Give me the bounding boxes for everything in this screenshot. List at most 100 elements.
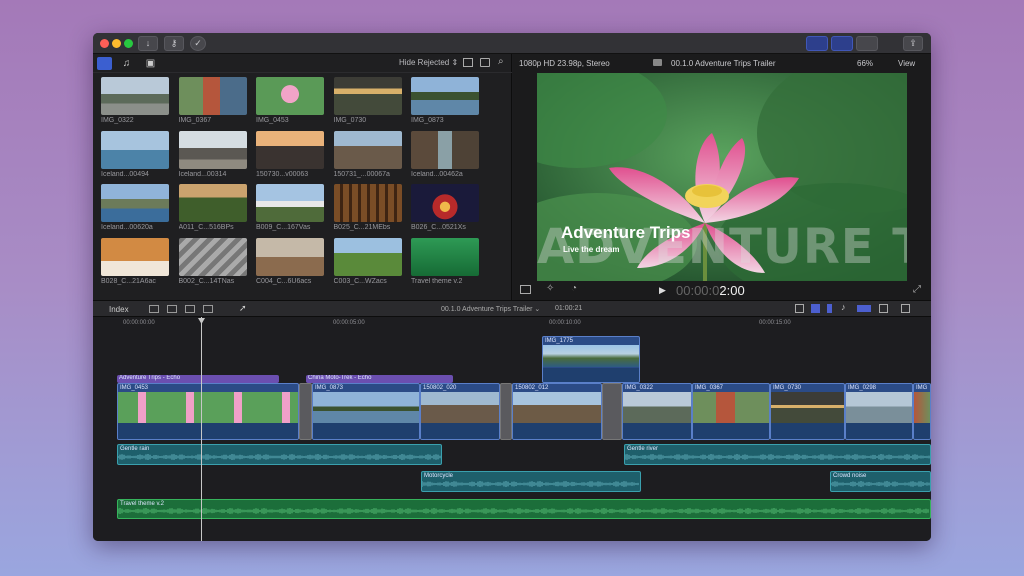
title-clip[interactable]: Adventure Trips - Echo bbox=[117, 375, 279, 383]
audio-clip-gentle-river[interactable]: Gentle river bbox=[624, 444, 931, 465]
browser-clip[interactable]: IMG_0322 bbox=[101, 77, 169, 124]
audio-clip-crowd-noise[interactable]: Crowd noise bbox=[830, 471, 931, 492]
ruler-tick: 00:00:15:00 bbox=[759, 320, 791, 326]
clip-thumbnail bbox=[333, 77, 402, 115]
clip-name: Iceland...00494 bbox=[101, 170, 149, 178]
timeline-ruler[interactable]: 00:00:00:00 00:00:05:00 00:00:10:00 00:0… bbox=[93, 317, 931, 329]
video-clip[interactable]: IMG_0873 bbox=[312, 383, 420, 440]
browser-clip[interactable]: Iceland...00462a bbox=[411, 130, 479, 178]
timeline-toggle-button[interactable] bbox=[831, 36, 853, 51]
timeline-duration: 01:00:21 bbox=[555, 305, 583, 312]
background-tasks-button[interactable]: ✓ bbox=[190, 36, 206, 51]
clapper-icon bbox=[653, 59, 662, 66]
audio-skimming-icon[interactable] bbox=[811, 304, 820, 313]
browser-clip[interactable]: B026_C...0521Xs bbox=[411, 184, 479, 231]
connect-clip-icon[interactable] bbox=[185, 305, 195, 313]
audio-waveform bbox=[831, 481, 930, 487]
play-icon[interactable]: ▶ bbox=[659, 285, 666, 296]
clip-filmstrip bbox=[543, 345, 639, 367]
clip-appearance-toggle[interactable] bbox=[857, 305, 871, 312]
skimming-icon[interactable] bbox=[795, 304, 804, 313]
libraries-icon[interactable] bbox=[97, 57, 112, 70]
title-clip[interactable]: China Moto-Trek - Echo bbox=[306, 375, 453, 383]
browser-clip[interactable]: B002_C...14TNas bbox=[178, 237, 247, 285]
video-clip[interactable]: IMG bbox=[913, 383, 931, 440]
append-clip-icon[interactable] bbox=[149, 305, 159, 313]
clip-thumbnail bbox=[256, 184, 324, 222]
headphones-icon[interactable]: ♪ bbox=[841, 302, 846, 312]
overlay-title: Adventure Trips bbox=[561, 223, 691, 242]
photos-audio-icon[interactable]: ♫ bbox=[119, 57, 134, 70]
video-clip[interactable]: IMG_0453 bbox=[117, 383, 299, 440]
browser-clip[interactable]: IMG_0873 bbox=[411, 77, 479, 124]
transition[interactable] bbox=[500, 383, 512, 440]
browser-clip[interactable]: 150730...v00063 bbox=[256, 130, 324, 178]
browser-clip[interactable]: IMG_0453 bbox=[256, 77, 324, 124]
music-clip[interactable]: Travel theme v.2 bbox=[117, 499, 931, 519]
playhead[interactable] bbox=[198, 317, 205, 541]
overwrite-clip-icon[interactable] bbox=[203, 305, 213, 313]
clip-name: B026_C...0521Xs bbox=[411, 224, 466, 231]
timeline-project-menu[interactable]: 00.1.0 Adventure Trips Trailer ⌄ bbox=[441, 305, 540, 313]
video-clip[interactable]: IMG_0322 bbox=[622, 383, 692, 440]
clip-audio-waveform bbox=[846, 423, 912, 439]
import-button[interactable]: ↓ bbox=[138, 36, 158, 51]
effects-browser-icon[interactable] bbox=[879, 304, 888, 313]
browser-clip[interactable]: A011_C...516BPs bbox=[178, 184, 247, 231]
browser-clip[interactable]: IMG_0367 bbox=[178, 77, 247, 124]
titles-generators-icon[interactable]: ▣ bbox=[143, 57, 158, 70]
browser-clip[interactable]: IMG_0730 bbox=[333, 77, 402, 124]
minimize-window-button[interactable] bbox=[112, 39, 121, 48]
clip-appearance-icon[interactable] bbox=[463, 58, 473, 67]
filmstrip-icon[interactable] bbox=[480, 58, 490, 67]
browser-header: ♫ ▣ Hide Rejected ⇕ ⌕ bbox=[93, 54, 512, 73]
view-menu[interactable]: View bbox=[898, 59, 915, 68]
connected-clip[interactable]: IMG_1775 bbox=[542, 336, 640, 383]
format-label: 1080p HD 23.98p, Stereo bbox=[519, 59, 610, 68]
solo-icon[interactable] bbox=[827, 304, 832, 313]
timeline[interactable]: 00:00:00:00 00:00:05:00 00:00:10:00 00:0… bbox=[93, 317, 931, 541]
browser-clip[interactable]: Iceland...00494 bbox=[101, 130, 169, 178]
close-window-button[interactable] bbox=[100, 39, 109, 48]
video-clip[interactable]: 150802_020 bbox=[420, 383, 500, 440]
video-clip[interactable]: IMG_0367 bbox=[692, 383, 770, 440]
effects-wand-icon[interactable]: ✧ bbox=[546, 283, 554, 294]
video-clip[interactable]: 150802_012 bbox=[512, 383, 602, 440]
browser-clip[interactable]: C004_C...6U6acs bbox=[256, 237, 324, 285]
audio-clip-motorcycle[interactable]: Motorcycle bbox=[421, 471, 641, 492]
fullscreen-icon[interactable]: ⤢ bbox=[913, 284, 921, 295]
select-tool-icon[interactable]: ➚ bbox=[239, 303, 247, 314]
clip-thumbnail bbox=[333, 130, 402, 169]
browser-clip[interactable]: B028_C...21A6ac bbox=[101, 237, 169, 285]
keywords-button[interactable]: ⚷ bbox=[164, 36, 184, 51]
index-button[interactable]: Index bbox=[109, 305, 129, 314]
video-preview[interactable]: ADVENTURE TRIPS Adventure Trips Live the… bbox=[537, 73, 907, 281]
transitions-browser-icon[interactable] bbox=[901, 304, 910, 313]
transition[interactable] bbox=[602, 383, 622, 440]
music-waveform bbox=[118, 508, 929, 514]
zoom-window-button[interactable] bbox=[124, 39, 133, 48]
search-icon[interactable]: ⌕ bbox=[498, 56, 504, 67]
browser-clip[interactable]: B009_C...167Vas bbox=[256, 184, 324, 231]
browser-toggle-button[interactable] bbox=[806, 36, 828, 51]
clip-filmstrip bbox=[623, 392, 691, 424]
video-clip[interactable]: IMG_0730 bbox=[770, 383, 845, 440]
insert-clip-icon[interactable] bbox=[167, 305, 177, 313]
browser-clip[interactable]: Iceland...00314 bbox=[178, 130, 247, 178]
browser-clip[interactable]: Iceland...00620a bbox=[101, 184, 169, 231]
browser-clip[interactable]: C003_C...WZacs bbox=[333, 237, 402, 285]
clip-audio-waveform bbox=[623, 423, 691, 439]
inspector-toggle-button[interactable] bbox=[856, 36, 878, 51]
browser-clip[interactable]: B025_C...21MEbs bbox=[333, 184, 402, 231]
clip-filter-menu[interactable]: Hide Rejected ⇕ bbox=[399, 58, 458, 67]
speed-icon[interactable]: ◔ bbox=[571, 283, 577, 294]
zoom-menu[interactable]: 66% bbox=[857, 59, 873, 68]
video-clip[interactable]: IMG_0298 bbox=[845, 383, 913, 440]
transition[interactable] bbox=[299, 383, 312, 440]
audio-clip-gentle-rain[interactable]: Gentle rain bbox=[117, 444, 442, 465]
browser-clip[interactable]: Travel theme v.2 bbox=[411, 237, 479, 285]
browser-clip[interactable]: 150731_...00067a bbox=[333, 130, 402, 178]
transform-icon[interactable] bbox=[520, 285, 531, 294]
share-button[interactable]: ⇪ bbox=[903, 36, 923, 51]
clip-filmstrip bbox=[421, 392, 499, 424]
